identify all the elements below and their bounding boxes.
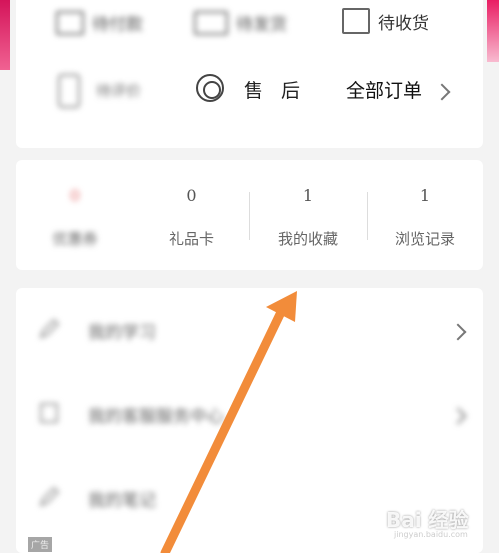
all-orders-link[interactable]: 全部订单 [346,76,422,103]
status-label: 待发货 [236,15,287,35]
watermark-url: jingyan.baidu.com [394,530,468,539]
menu-item-learning[interactable]: 我的学习 [16,290,483,370]
after-sale-icon [196,74,224,102]
status-pending-receipt[interactable]: 待收货 [342,8,429,34]
status-pending-shipment[interactable]: 待发货 [194,10,287,35]
ad-badge: 广告 [28,537,53,552]
menu-label: 我的客服服务中心 [88,407,224,427]
after-sale-button[interactable]: 售后 [244,76,318,103]
stats-card: 0 优惠券 0 礼品卡 1 我的收藏 1 浏览记录 [16,160,483,270]
stat-label: 浏览记录 [394,230,455,248]
stat-number: 1 [302,186,314,205]
orders-card: 待付款 待发货 待收货 待评价 售后 全部订单 [16,0,483,148]
left-edge-decoration [0,0,10,70]
truck-icon [194,10,228,35]
stat-history[interactable]: 1 浏览记录 [367,160,483,270]
menu-item-service[interactable]: 我的客服服务中心 [16,374,483,454]
stat-number: 1 [419,186,431,205]
stat-coupons[interactable]: 0 优惠券 [16,160,134,270]
status-pending-payment[interactable]: 待付款 [56,10,143,35]
menu-label: 我的学习 [88,323,156,343]
watermark-text: Bai 经验 [386,508,469,532]
stat-number: 0 [186,186,197,205]
order-row-2: 待评价 售后 全部订单 [16,68,483,114]
pencil-icon [39,486,60,507]
review-icon [58,74,80,108]
chevron-right-icon [449,407,467,425]
stat-favorites[interactable]: 1 我的收藏 [249,160,367,270]
pencil-icon [39,318,60,339]
chevron-right-icon [433,83,451,101]
pending-review-label[interactable]: 待评价 [96,80,141,101]
status-label: 待付款 [92,15,143,35]
stat-label: 礼品卡 [168,230,214,248]
stat-gift-cards[interactable]: 0 礼品卡 [134,160,249,270]
chevron-right-icon [449,323,467,341]
wallet-icon [56,10,84,35]
menu-label: 我的笔记 [88,491,156,511]
package-icon [342,8,370,34]
stat-label: 我的收藏 [277,230,338,248]
baidu-jingyan-watermark: Bai 经验 jingyan.baidu.com [386,504,486,546]
stat-number: 0 [69,186,81,205]
stat-label: 优惠券 [52,230,98,248]
document-icon [40,403,58,423]
status-label: 待收货 [378,13,429,34]
right-edge-decoration [487,0,499,62]
